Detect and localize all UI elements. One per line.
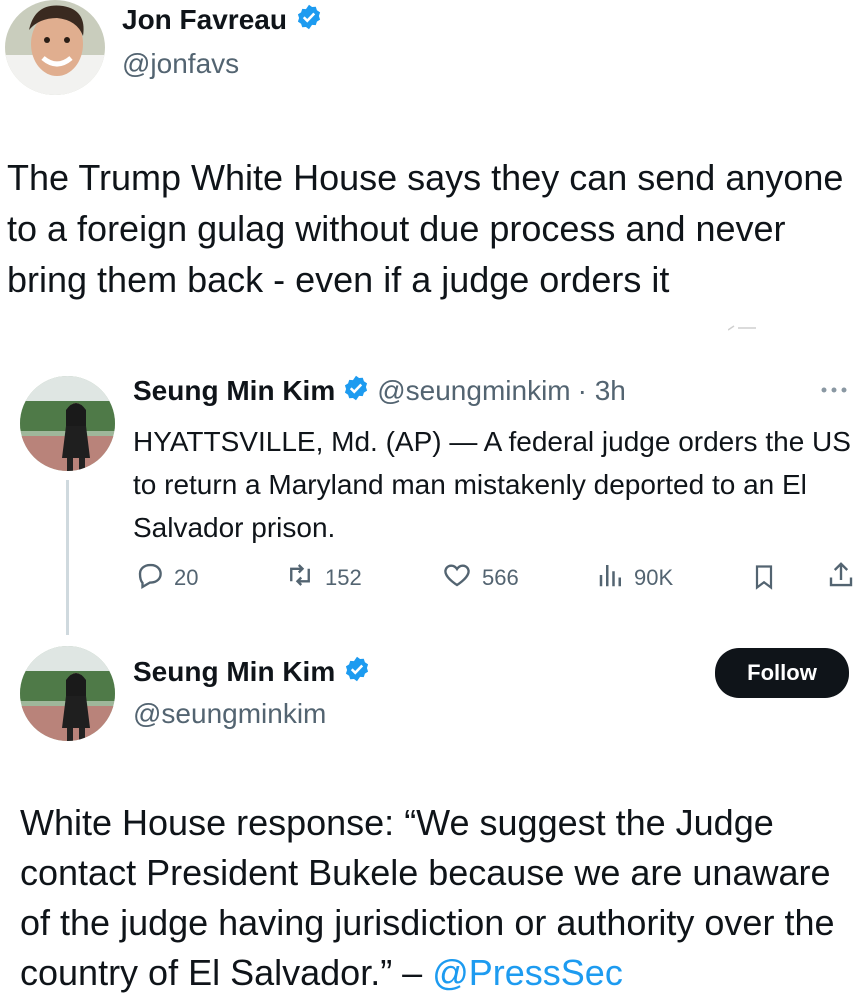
bookmark-icon[interactable] bbox=[750, 562, 778, 597]
views-action[interactable]: 90K bbox=[596, 560, 673, 596]
verified-badge-icon bbox=[342, 374, 370, 407]
like-icon bbox=[440, 560, 474, 596]
views-icon bbox=[596, 560, 626, 596]
reply-action[interactable]: 20 bbox=[134, 560, 198, 596]
follow-button[interactable]: Follow bbox=[715, 648, 849, 698]
repost-action[interactable]: 152 bbox=[283, 560, 362, 596]
quoted-author-handle[interactable]: @seungminkim bbox=[377, 375, 570, 407]
jon-favreau-avatar[interactable] bbox=[5, 0, 105, 95]
main-tweet-text: The Trump White House says they can send… bbox=[7, 157, 844, 300]
reply-author-line: Seung Min Kim bbox=[133, 655, 371, 688]
quoted-tweet-text: HYATTSVILLE, Md. (AP) — A federal judge … bbox=[133, 426, 851, 543]
like-action[interactable]: 566 bbox=[440, 560, 519, 596]
verified-badge-icon bbox=[343, 655, 371, 688]
reply-tweet-text: White House response: “We suggest the Ju… bbox=[20, 798, 860, 998]
repost-count: 152 bbox=[325, 565, 362, 590]
artifact-mark bbox=[727, 318, 758, 331]
repost-icon bbox=[283, 560, 317, 596]
more-icon[interactable] bbox=[818, 382, 850, 398]
reply-count: 20 bbox=[174, 565, 199, 590]
seung-min-kim-avatar[interactable] bbox=[20, 646, 115, 741]
main-author-handle[interactable]: @jonfavs bbox=[122, 48, 239, 80]
like-count: 566 bbox=[482, 565, 519, 590]
reply-author-name[interactable]: Seung Min Kim bbox=[133, 656, 335, 688]
reply-tweet-body: White House response: “We suggest the Ju… bbox=[20, 802, 835, 993]
reply-author-handle[interactable]: @seungminkim bbox=[133, 698, 326, 730]
reply-icon bbox=[134, 560, 166, 596]
share-icon[interactable] bbox=[826, 560, 856, 595]
main-author-name[interactable]: Jon Favreau bbox=[122, 4, 287, 36]
main-author-line: Jon Favreau bbox=[122, 3, 323, 36]
quoted-author-line: Seung Min Kim @seungminkim · 3h bbox=[133, 374, 626, 407]
presssec-mention-link[interactable]: @PressSec bbox=[432, 952, 623, 993]
seung-min-kim-avatar[interactable] bbox=[20, 376, 115, 471]
thread-connector-line bbox=[66, 480, 69, 635]
views-count: 90K bbox=[634, 565, 674, 590]
verified-badge-icon bbox=[295, 3, 323, 36]
quoted-tweet-time[interactable]: · 3h bbox=[578, 375, 626, 407]
quoted-author-name[interactable]: Seung Min Kim bbox=[133, 375, 335, 407]
